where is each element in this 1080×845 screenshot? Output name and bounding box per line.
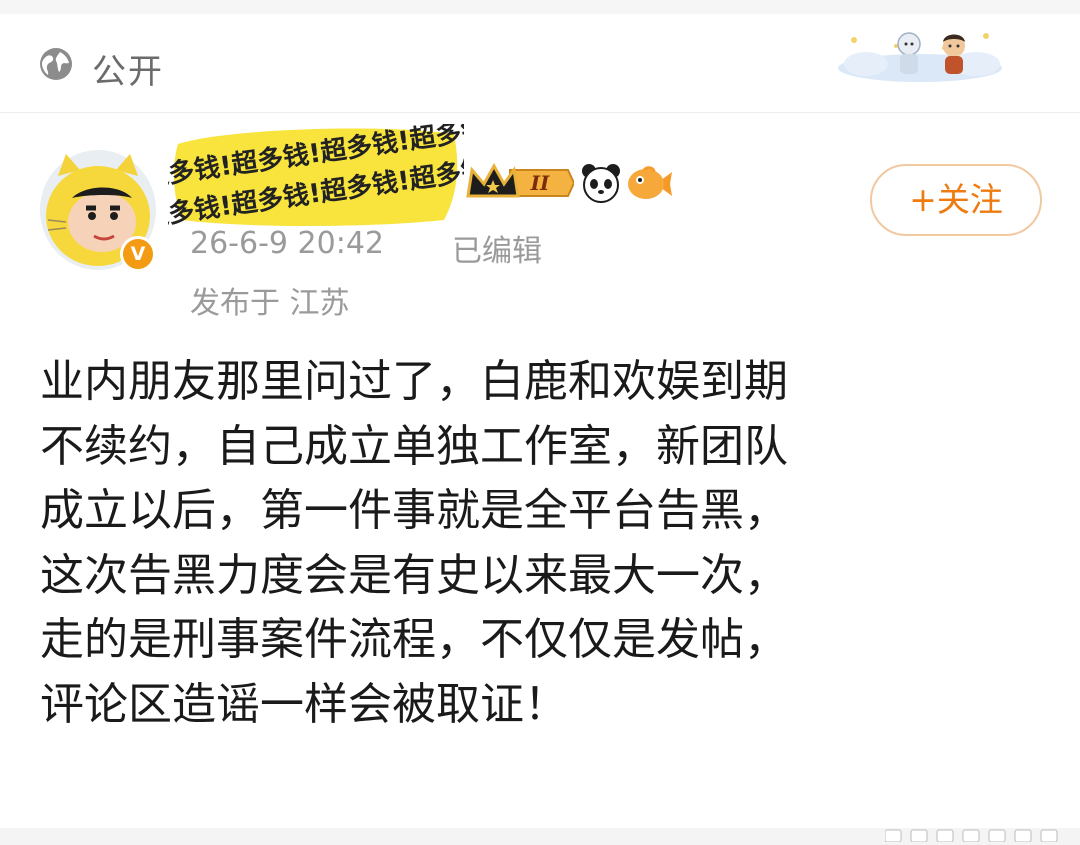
panda-icon xyxy=(582,164,620,203)
post-text: 业内朋友那里问过了，白鹿和欢娱到期 不续约，自己成立单独工作室，新团队 成立以后… xyxy=(40,356,788,730)
status-strip xyxy=(0,0,1080,14)
post-timestamp: 26-6-9 20:42 xyxy=(190,226,384,261)
visibility-label[interactable]: 公开 xyxy=(92,44,164,93)
crown-level-badge[interactable]: II xyxy=(464,162,574,204)
top-bar: 公开 xyxy=(0,0,1080,113)
cartoon-decoration xyxy=(838,32,1002,82)
post-location: 发布于 江苏 xyxy=(190,286,350,321)
scroll-indicator xyxy=(885,829,1058,842)
level-badge-text: II xyxy=(530,171,550,195)
verified-badge: V xyxy=(120,236,156,272)
name-banner[interactable]: 钱!超多钱!超多钱!超多钱!超多钱!超 钱!超多钱!超多钱!超多钱!超多钱!超 xyxy=(168,124,464,228)
globe-icon xyxy=(40,48,72,80)
follow-button[interactable]: +关注 xyxy=(870,164,1042,236)
fish-icon xyxy=(628,166,672,199)
edited-label: 已编辑 xyxy=(452,234,542,269)
